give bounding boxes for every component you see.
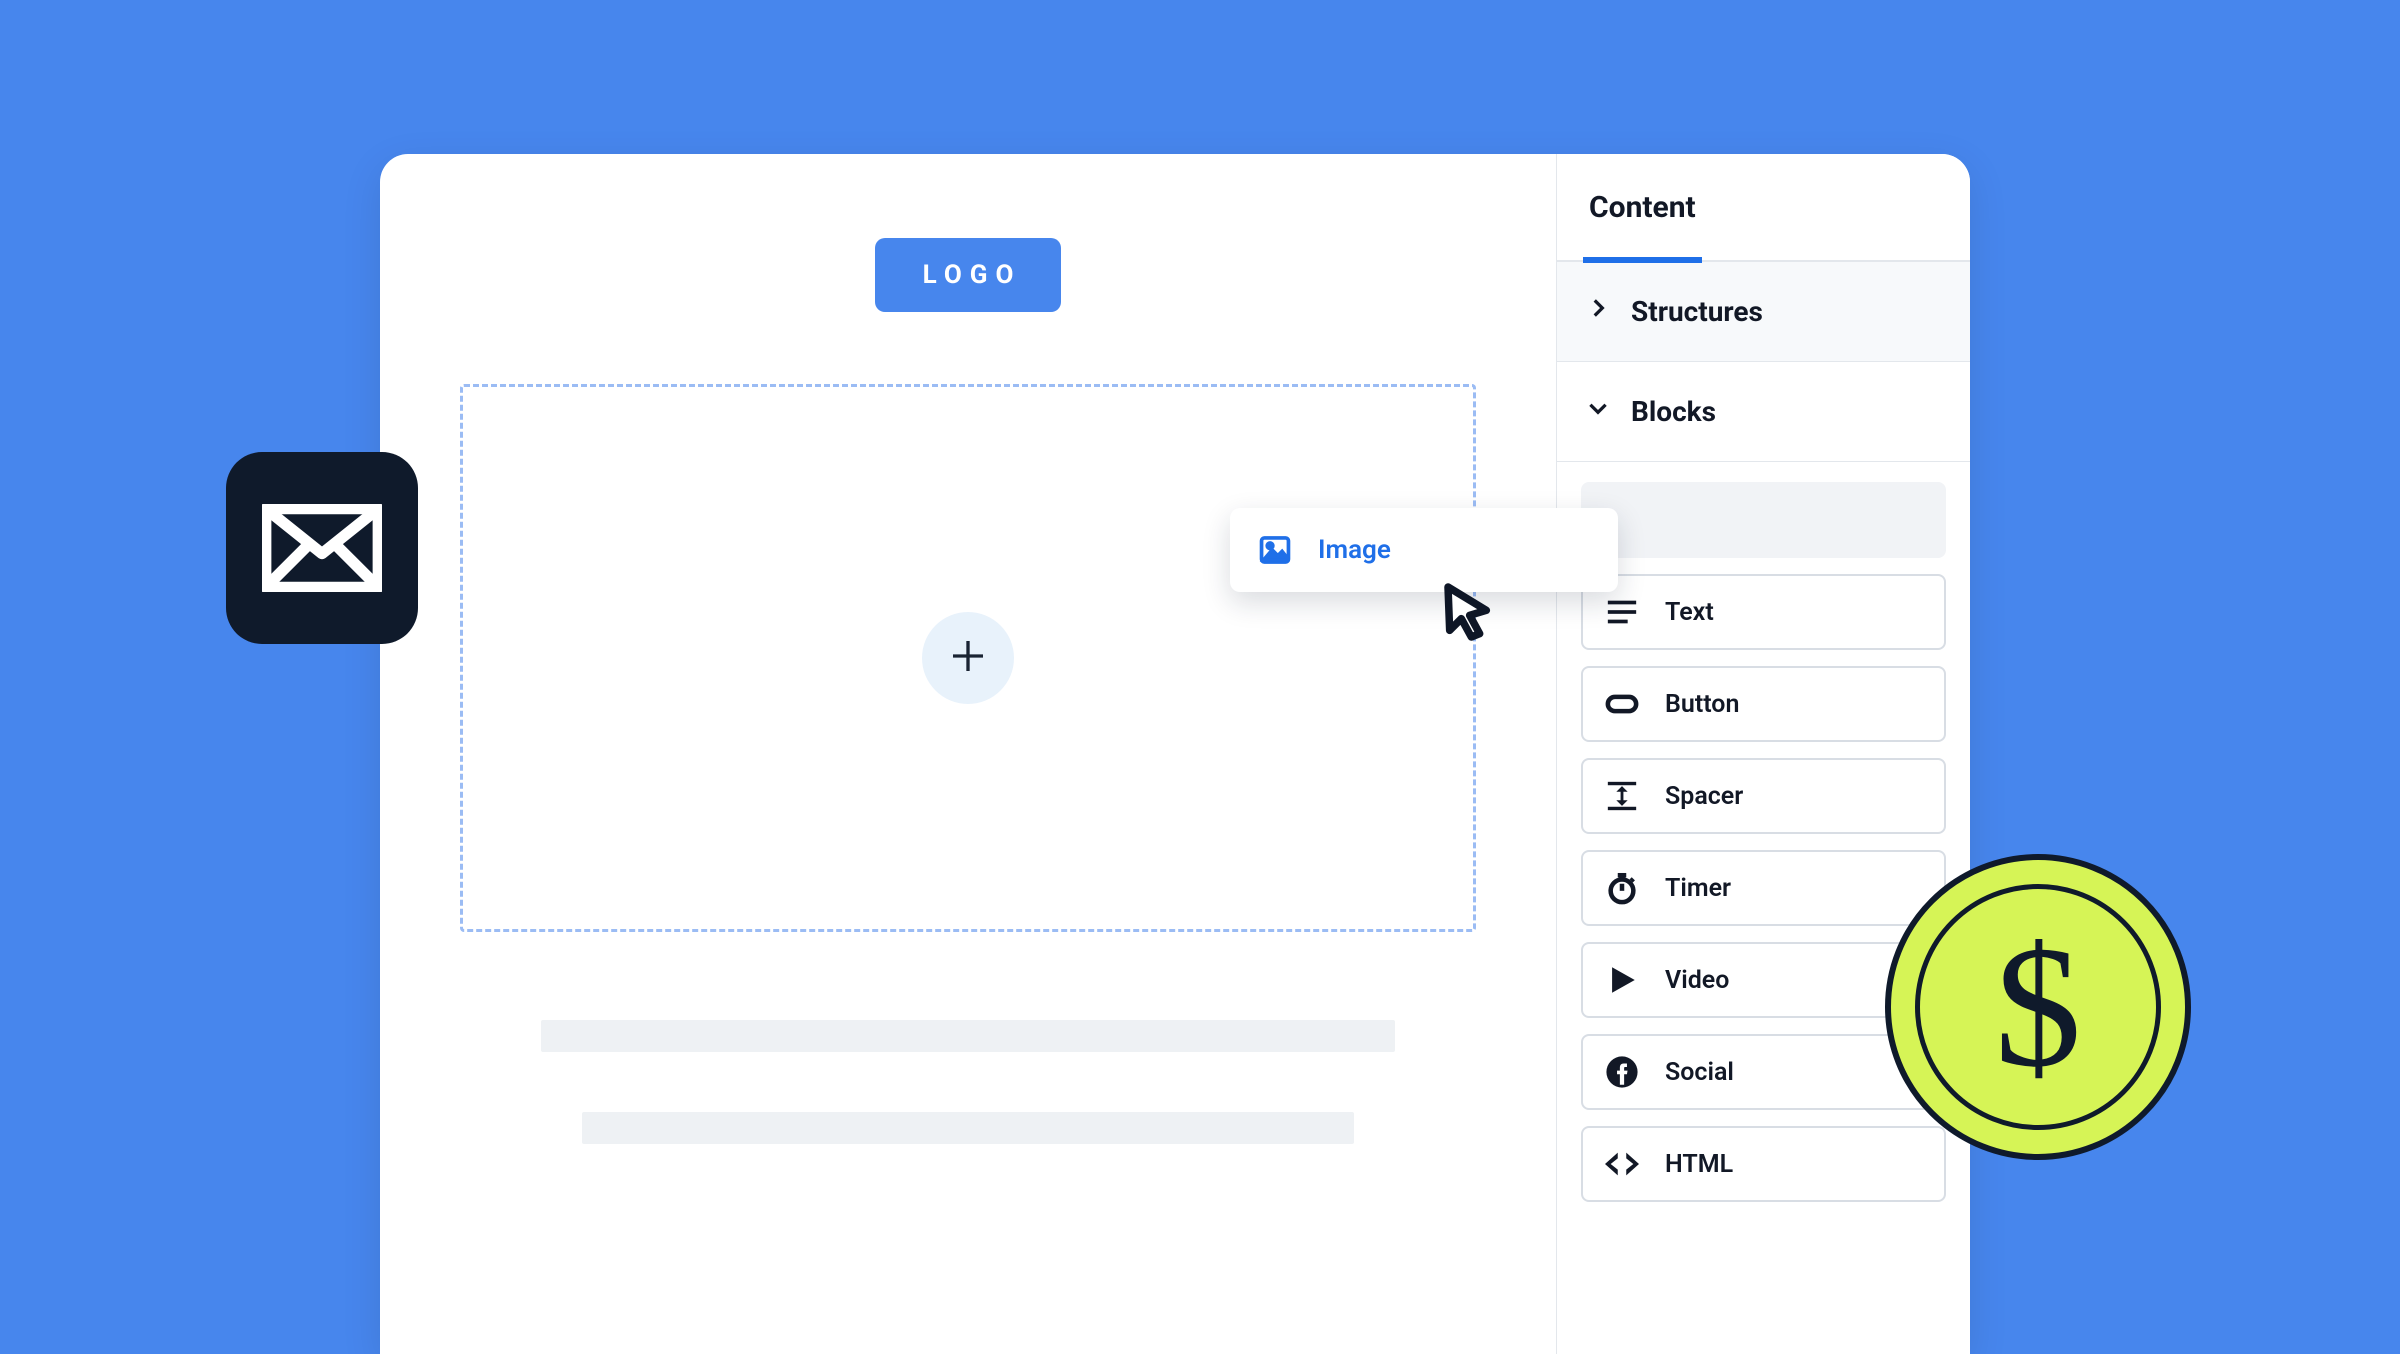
block-image-ghost[interactable]	[1581, 482, 1946, 558]
block-spacer[interactable]: Spacer	[1581, 758, 1946, 834]
chevron-down-icon	[1585, 395, 1611, 428]
dragging-block-image[interactable]: Image	[1230, 508, 1618, 592]
canvas-dropzone[interactable]	[460, 384, 1476, 932]
tab-content[interactable]: Content	[1589, 154, 1696, 261]
block-label: Image	[1318, 535, 1391, 565]
section-label: Blocks	[1631, 395, 1716, 428]
spacer-icon	[1605, 779, 1639, 813]
section-blocks[interactable]: Blocks	[1557, 362, 1970, 462]
dollar-sign: $	[1885, 854, 2191, 1160]
placeholder-line	[541, 1020, 1394, 1052]
dollar-coin-icon: $	[1885, 854, 2191, 1160]
block-label: Text	[1665, 598, 1714, 627]
section-structures[interactable]: Structures	[1557, 262, 1970, 362]
section-label: Structures	[1631, 295, 1763, 328]
play-icon	[1605, 963, 1639, 997]
text-placeholder-lines	[460, 1020, 1476, 1144]
content-panel: Content Structures Blocks Text	[1556, 154, 1970, 1354]
plus-icon	[948, 636, 988, 680]
timer-icon	[1605, 871, 1639, 905]
block-label: Spacer	[1665, 782, 1743, 811]
mail-icon	[226, 452, 418, 644]
block-label: Timer	[1665, 874, 1731, 903]
block-label: Button	[1665, 690, 1739, 719]
block-label: Social	[1665, 1058, 1734, 1087]
code-icon	[1605, 1147, 1639, 1181]
block-text[interactable]: Text	[1581, 574, 1946, 650]
block-label: HTML	[1665, 1150, 1733, 1179]
block-button[interactable]: Button	[1581, 666, 1946, 742]
text-icon	[1605, 595, 1639, 629]
editor-window: LOGO Content Structures	[380, 154, 1970, 1354]
panel-tabs: Content	[1557, 154, 1970, 262]
facebook-icon	[1605, 1055, 1639, 1089]
placeholder-line	[582, 1112, 1354, 1144]
add-block-button[interactable]	[922, 612, 1014, 704]
cursor-icon	[1440, 582, 1496, 642]
chevron-right-icon	[1585, 295, 1611, 328]
image-icon	[1258, 533, 1292, 567]
logo-placeholder[interactable]: LOGO	[875, 238, 1062, 312]
canvas-area: LOGO	[380, 154, 1556, 1354]
block-label: Video	[1665, 966, 1729, 995]
button-icon	[1605, 687, 1639, 721]
